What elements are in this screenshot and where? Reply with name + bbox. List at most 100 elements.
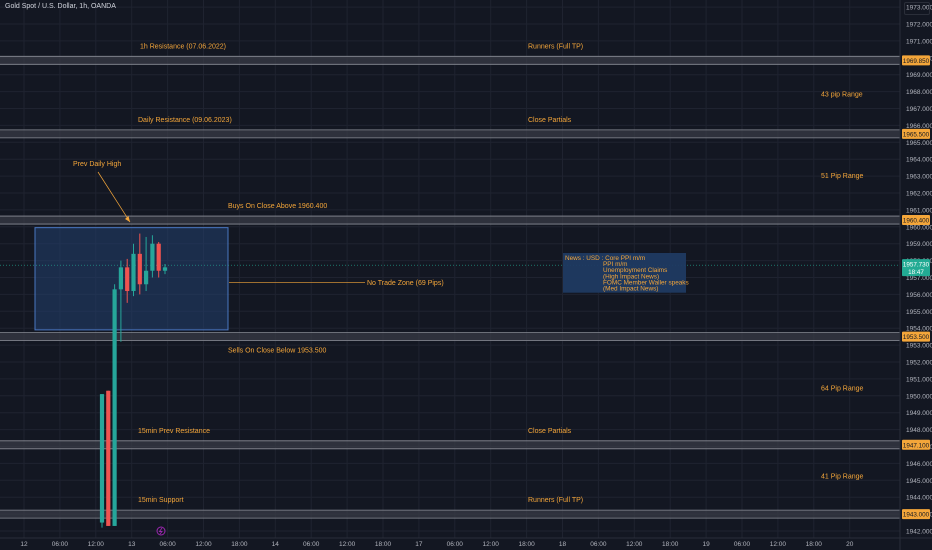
price-tick-label: 1959.000 xyxy=(906,241,932,248)
time-tick-label: 18:00 xyxy=(518,541,535,548)
candle-body xyxy=(106,390,111,526)
time-tick-label: 18:00 xyxy=(231,541,248,548)
candle-body xyxy=(118,267,123,290)
time-tick-label: 06:00 xyxy=(159,541,176,548)
time-tick-label: 12:00 xyxy=(195,541,212,548)
level-label: 1h Resistance (07.06.2022) xyxy=(140,43,226,50)
level-right-label: Close Partials xyxy=(528,428,572,435)
time-tick-label: 12:00 xyxy=(483,541,500,548)
time-tick-label: 18 xyxy=(559,541,567,548)
level-band xyxy=(0,216,900,225)
time-tick-label: 06:00 xyxy=(734,541,751,548)
candle xyxy=(99,394,105,528)
pip-range-label: 41 Pip Range xyxy=(821,474,864,481)
level-right-label: Close Partials xyxy=(528,117,572,124)
level-band xyxy=(0,129,900,138)
level-band xyxy=(0,332,900,341)
time-tick-label: 12:00 xyxy=(770,541,787,548)
price-tag: 1947.100 xyxy=(902,439,930,450)
price-tick-label: 1956.000 xyxy=(906,292,932,299)
price-tick-label: 1946.000 xyxy=(906,461,932,468)
time-tick-label: 06:00 xyxy=(590,541,607,548)
candle-body xyxy=(99,394,105,523)
price-tag: 1953.500 xyxy=(902,331,930,342)
price-tick-label: 1961.000 xyxy=(906,207,932,214)
price-tick-label: 1967.000 xyxy=(906,106,932,113)
news-line: (Med Impact News) xyxy=(603,285,658,292)
time-tick-label: 17 xyxy=(415,541,423,548)
level-band xyxy=(0,510,900,519)
chart-canvas[interactable]: 1h Resistance (07.06.2022) Runners (Full … xyxy=(0,0,932,550)
time-tick-label: 18:00 xyxy=(662,541,679,548)
time-tick-label: 12:00 xyxy=(88,541,105,548)
candle-body xyxy=(131,253,136,292)
price-tick-label: 1948.000 xyxy=(906,427,932,434)
level-right-label: Runners (Full TP) xyxy=(528,497,583,504)
no-trade-zone-label: No Trade Zone (69 Pips) xyxy=(367,280,444,287)
time-tick-label: 20 xyxy=(846,541,854,548)
price-tag: 1969.850 xyxy=(902,55,930,66)
level-label: Daily Resistance (09.06.2023) xyxy=(138,117,232,124)
price-tag-label: 1965.500 xyxy=(903,131,930,138)
level-label: 15min Support xyxy=(138,497,184,504)
time-tick-label: 14 xyxy=(272,541,280,548)
price-tick-label: 1969.000 xyxy=(906,72,932,79)
price-tick-label: 1950.000 xyxy=(906,393,932,400)
level-label: Sells On Close Below 1953.500 xyxy=(228,348,327,355)
price-tick-label: 1955.000 xyxy=(906,309,932,316)
candle-body xyxy=(144,270,149,285)
current-price-countdown: 18:47 xyxy=(908,269,924,276)
price-tick-label: 1953.000 xyxy=(906,343,932,350)
candle-body xyxy=(137,253,142,285)
price-tag: 1965.500 xyxy=(902,128,930,139)
price-tick-label: 1963.000 xyxy=(906,174,932,181)
candle xyxy=(112,284,117,526)
candle-body xyxy=(112,289,117,526)
symbol-title: Gold Spot / U.S. Dollar, 1h, OANDA xyxy=(5,3,116,10)
price-tick-label: 1972.000 xyxy=(906,22,932,29)
price-tick-label: 1960.000 xyxy=(906,224,932,231)
time-tick-label: 06:00 xyxy=(447,541,464,548)
pip-range-label: 51 Pip Range xyxy=(821,173,864,180)
candle-body xyxy=(125,267,130,292)
time-tick-label: 06:00 xyxy=(303,541,320,548)
candle-body xyxy=(162,267,168,271)
price-tick-label: 1966.000 xyxy=(906,123,932,130)
price-tick-label: 1965.000 xyxy=(906,140,932,147)
pip-range-label: 64 Pip Range xyxy=(821,386,864,393)
chart-stage: 1h Resistance (07.06.2022) Runners (Full … xyxy=(0,0,932,550)
price-tag-label: 1969.850 xyxy=(903,58,930,65)
price-tick-label: 1951.000 xyxy=(906,376,932,383)
time-tick-label: 19 xyxy=(702,541,710,548)
price-tick-label: 1952.000 xyxy=(906,360,932,367)
level-right-label: Runners (Full TP) xyxy=(528,43,583,50)
price-tag: 1960.400 xyxy=(902,215,930,226)
price-tick-label: 1942.000 xyxy=(906,529,932,536)
candle-body xyxy=(150,243,155,271)
time-tick-label: 12:00 xyxy=(626,541,643,548)
settings-box[interactable] xyxy=(904,2,930,15)
current-price-tag: 1957.73018:47 xyxy=(902,259,930,277)
level-band xyxy=(0,440,900,449)
price-tag-label: 1943.000 xyxy=(903,512,930,519)
prev-daily-high-label: Prev Daily High xyxy=(73,161,121,168)
time-tick-label: 18:00 xyxy=(375,541,392,548)
time-tick-label: 18:00 xyxy=(806,541,823,548)
pip-range-label: 43 pip Range xyxy=(821,92,863,99)
time-tick-label: 06:00 xyxy=(52,541,69,548)
price-tag-label: 1960.400 xyxy=(903,218,930,225)
price-tick-label: 1944.000 xyxy=(906,495,932,502)
level-label: 15min Prev Resistance xyxy=(138,428,210,435)
candle-body xyxy=(156,243,161,271)
level-label: Buys On Close Above 1960.400 xyxy=(228,203,327,210)
price-tick-label: 1949.000 xyxy=(906,410,932,417)
price-tag: 1943.000 xyxy=(902,509,930,520)
time-tick-label: 12:00 xyxy=(339,541,356,548)
time-tick-label: 13 xyxy=(128,541,136,548)
time-tick-label: 12 xyxy=(20,541,28,548)
price-tick-label: 1964.000 xyxy=(906,157,932,164)
price-tick-label: 1962.000 xyxy=(906,191,932,198)
candle xyxy=(106,390,111,526)
price-tick-label: 1968.000 xyxy=(906,89,932,96)
price-tag-label: 1947.100 xyxy=(903,442,930,449)
